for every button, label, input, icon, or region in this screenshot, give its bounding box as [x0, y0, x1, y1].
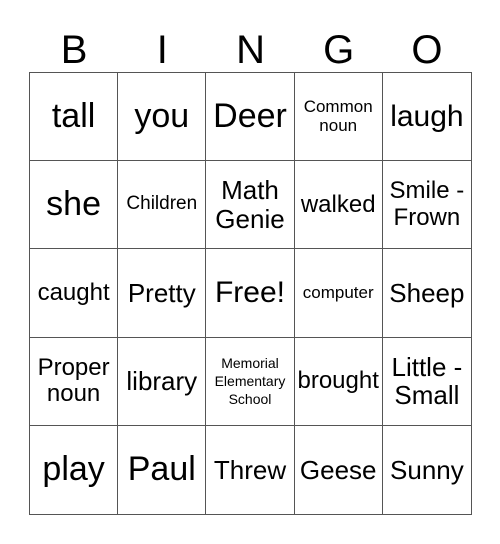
bingo-cell: you	[118, 73, 207, 162]
cell-text: Free!	[214, 276, 285, 310]
cell-text: tall	[51, 96, 96, 135]
bingo-cell: caught	[30, 249, 119, 338]
bingo-cell: library	[118, 337, 207, 426]
bingo-cell: brought	[294, 337, 383, 426]
bingo-cell: Memorial Elementary School	[206, 337, 295, 426]
bingo-cell: Math Genie	[206, 161, 295, 250]
header-letter-b: B	[60, 28, 88, 72]
bingo-cell: Geese	[295, 425, 383, 514]
bingo-cell: computer	[294, 249, 383, 338]
cell-text: Smile - Frown	[389, 177, 465, 231]
bingo-cell: Threw	[206, 425, 295, 514]
bingo-cell: Smile - Frown	[382, 161, 471, 250]
cell-text: Paul	[127, 450, 196, 489]
cell-text: library	[126, 365, 198, 396]
bingo-cell: Proper noun	[30, 337, 119, 426]
bingo-cell: Sheep	[382, 249, 471, 338]
cell-text: Proper noun	[37, 353, 110, 408]
cell-text: you	[134, 96, 190, 135]
header-letter-g: G	[323, 28, 355, 72]
header-letter-n: N	[236, 28, 265, 72]
bingo-cell: play	[30, 425, 119, 514]
bingo-cell: Free!	[206, 249, 295, 338]
cell-text: Threw	[213, 454, 287, 485]
bingo-cell: Deer	[206, 73, 295, 162]
cell-text: Pretty	[127, 277, 196, 308]
cell-text: Geese	[299, 454, 377, 485]
cell-text: she	[46, 185, 101, 224]
bingo-header: B I N G O	[30, 28, 471, 73]
bingo-grid: tall you Deer Common noun laugh she Children Ma…	[29, 72, 472, 515]
cell-text: play	[42, 450, 105, 489]
header-letter-i: I	[156, 28, 168, 72]
bingo-cell: laugh	[382, 73, 471, 162]
cell-text: Memorial Elementary School	[214, 354, 286, 408]
cell-text: Sheep	[389, 277, 465, 308]
bingo-cell: Pretty	[118, 249, 207, 338]
bingo-cell: Common noun	[294, 73, 383, 162]
bingo-cell: Sunny	[383, 426, 471, 514]
cell-text: Common noun	[303, 96, 373, 135]
cell-text: Math Genie	[215, 175, 285, 234]
cell-text: caught	[37, 278, 110, 306]
cell-text: walked	[300, 190, 376, 218]
cell-text: computer	[302, 282, 374, 302]
cell-text: Children	[126, 193, 198, 215]
header-letter-o: O	[411, 28, 443, 72]
cell-text: laugh	[390, 100, 464, 134]
cell-text: Deer	[213, 96, 287, 135]
bingo-cell: she	[30, 161, 119, 250]
cell-text: Little - Small	[391, 351, 463, 411]
bingo-cell: walked	[294, 161, 383, 250]
cell-text: Sunny	[390, 454, 464, 485]
bingo-cell: Children	[118, 161, 207, 250]
bingo-cell: tall	[30, 73, 119, 162]
bingo-cell: Paul	[118, 425, 207, 514]
cell-text: brought	[297, 367, 379, 394]
bingo-cell: Little - Small	[382, 338, 471, 426]
